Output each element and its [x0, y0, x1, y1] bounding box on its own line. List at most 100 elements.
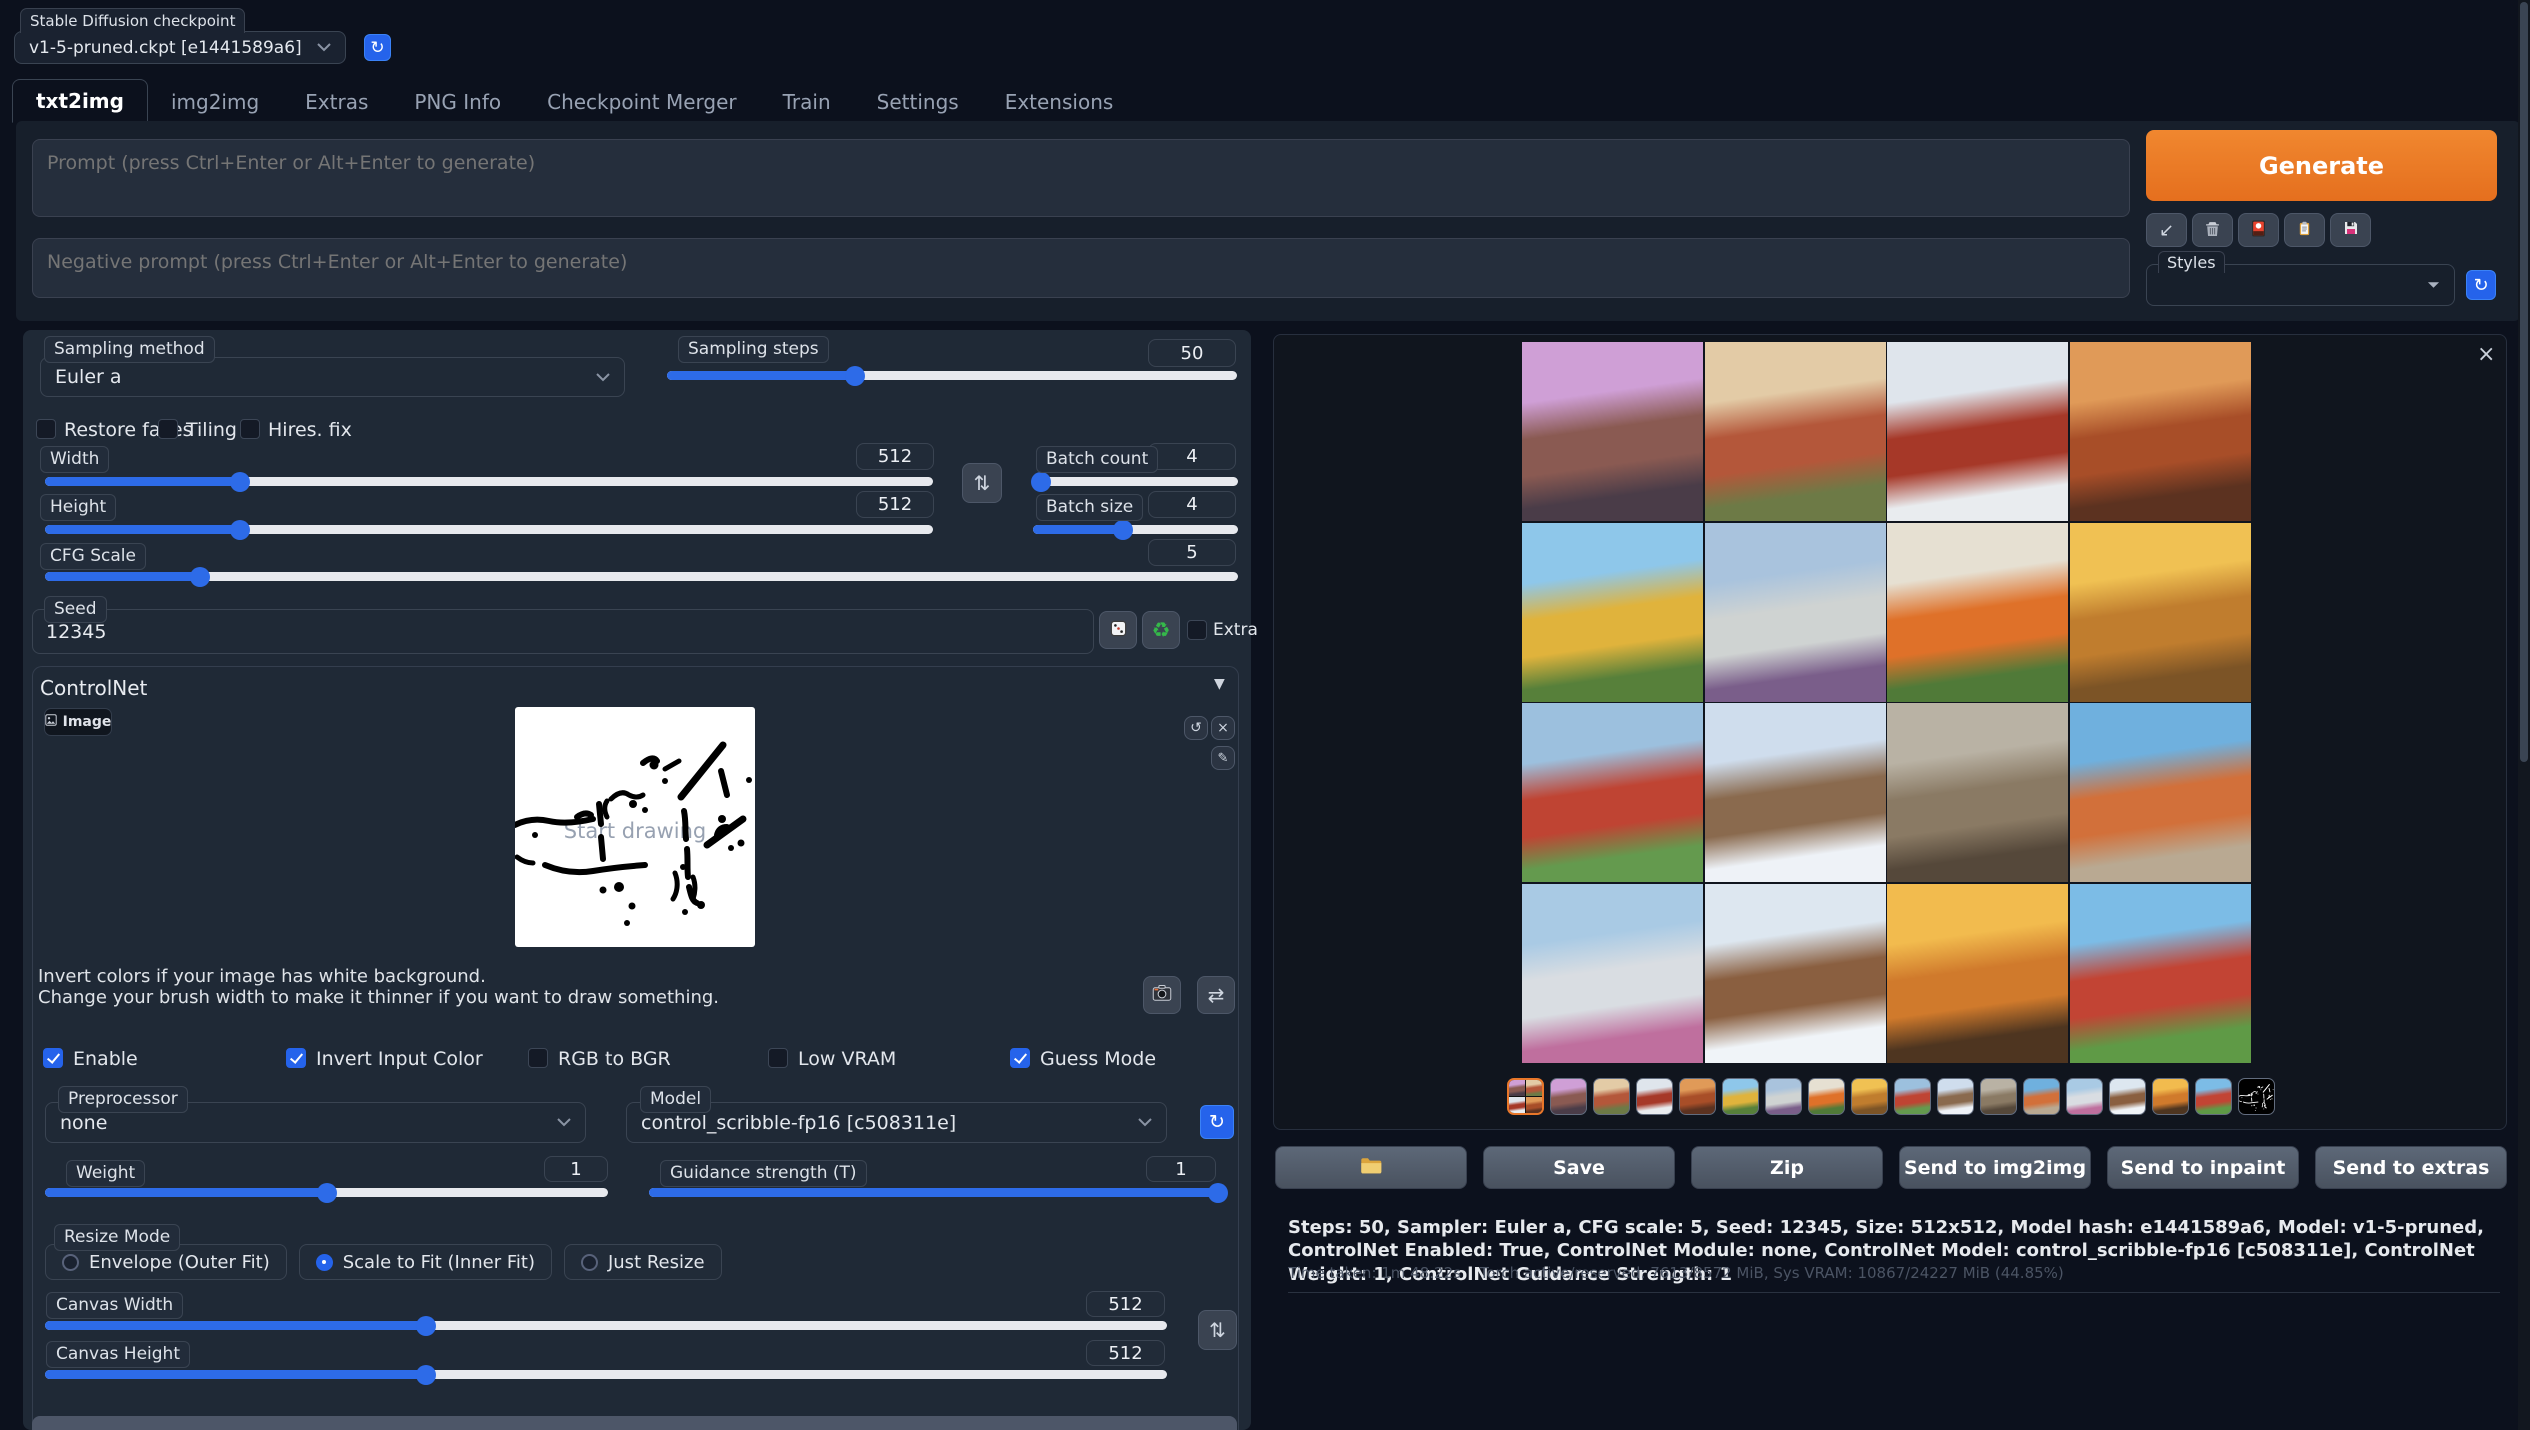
script-accordion-bar[interactable]	[32, 1416, 1237, 1430]
tab-png-info[interactable]: PNG Info	[391, 81, 524, 123]
controlnet-drawing-canvas[interactable]: Start drawing	[515, 707, 755, 947]
canvas-width-slider[interactable]	[45, 1321, 1167, 1330]
styles-refresh-button[interactable]: ↻	[2466, 270, 2496, 300]
canvas-height-value[interactable]: 512	[1086, 1340, 1165, 1366]
send-to-extras-button[interactable]: Send to extras	[2315, 1146, 2507, 1189]
swap-canvas-dims-button[interactable]: ⇅	[1198, 1310, 1237, 1350]
reuse-seed-button[interactable]: ♻	[1142, 611, 1180, 649]
brush-button[interactable]: ✎	[1211, 746, 1235, 770]
negative-prompt-input[interactable]	[32, 238, 2130, 298]
gallery-thumb-6[interactable]	[1722, 1078, 1759, 1115]
guidance-strength-value[interactable]: 1	[1146, 1156, 1216, 1182]
skip-button[interactable]: ↙	[2146, 213, 2187, 247]
generated-image-13[interactable]	[1522, 884, 1703, 1063]
generated-image-9[interactable]	[1522, 703, 1703, 882]
style-card-button[interactable]	[2238, 213, 2279, 247]
generated-image-4[interactable]	[2070, 342, 2251, 521]
generated-image-2[interactable]	[1705, 342, 1886, 521]
mirror-webcam-button[interactable]: ⇄	[1197, 976, 1235, 1014]
clear-prompt-button[interactable]	[2192, 213, 2233, 247]
guess-mode-checkbox[interactable]	[1010, 1048, 1030, 1068]
gallery-thumb-scribble[interactable]	[2238, 1078, 2275, 1115]
gallery-thumb-11[interactable]	[1937, 1078, 1974, 1115]
gallery-thumb-16[interactable]	[2152, 1078, 2189, 1115]
send-to-img2img-button[interactable]: Send to img2img	[1899, 1146, 2091, 1189]
batch-count-slider[interactable]	[1033, 477, 1238, 486]
cfg-scale-value[interactable]: 5	[1148, 539, 1236, 566]
slider-handle[interactable]	[1208, 1183, 1228, 1203]
prompt-input[interactable]	[32, 139, 2130, 217]
gallery-thumb-9[interactable]	[1851, 1078, 1888, 1115]
save-button[interactable]: Save	[1483, 1146, 1675, 1189]
collapse-arrow-icon[interactable]: ▼	[1214, 676, 1225, 692]
generated-image-5[interactable]	[1522, 523, 1703, 702]
slider-handle[interactable]	[317, 1183, 337, 1203]
gallery-thumb-4[interactable]	[1636, 1078, 1673, 1115]
invert-input-color-checkbox[interactable]	[286, 1048, 306, 1068]
tab-txt2img[interactable]: txt2img	[12, 79, 148, 123]
generated-image-1[interactable]	[1522, 342, 1703, 521]
send-to-inpaint-button[interactable]: Send to inpaint	[2107, 1146, 2299, 1189]
controlnet-image-tab[interactable]: Image	[44, 708, 112, 736]
generated-image-11[interactable]	[1887, 703, 2068, 882]
resize-mode-option-3[interactable]: Just Resize	[564, 1244, 722, 1280]
undo-button[interactable]: ↺	[1184, 716, 1208, 740]
gallery-thumb-8[interactable]	[1808, 1078, 1845, 1115]
sampling-steps-slider[interactable]	[667, 371, 1237, 380]
slider-handle[interactable]	[416, 1365, 436, 1385]
generated-image-10[interactable]	[1705, 703, 1886, 882]
canvas-height-slider[interactable]	[45, 1370, 1167, 1379]
swap-width-height-button[interactable]: ⇅	[962, 463, 1002, 503]
gallery-thumb-7[interactable]	[1765, 1078, 1802, 1115]
enable-checkbox[interactable]	[43, 1048, 63, 1068]
gallery-thumb-3[interactable]	[1593, 1078, 1630, 1115]
scrollbar-thumb[interactable]	[2520, 2, 2528, 762]
weight-slider[interactable]	[45, 1188, 608, 1197]
open-folder-button[interactable]	[1275, 1146, 1467, 1189]
slider-handle[interactable]	[416, 1316, 436, 1336]
checkpoint-refresh-button[interactable]: ↻	[364, 34, 391, 61]
clear-canvas-button[interactable]: ×	[1211, 716, 1235, 740]
generated-image-14[interactable]	[1705, 884, 1886, 1063]
slider-handle[interactable]	[1113, 520, 1133, 540]
gallery-thumb-15[interactable]	[2109, 1078, 2146, 1115]
checkpoint-dropdown[interactable]: v1-5-pruned.ckpt [e1441589a6]	[14, 31, 346, 64]
rgb-to-bgr-checkbox[interactable]	[528, 1048, 548, 1068]
save-style-button[interactable]	[2330, 213, 2371, 247]
cfg-scale-slider[interactable]	[45, 572, 1238, 581]
random-seed-button[interactable]	[1099, 611, 1137, 649]
tab-settings[interactable]: Settings	[854, 81, 982, 123]
resize-mode-option-2[interactable]: Scale to Fit (Inner Fit)	[299, 1244, 552, 1280]
tab-img2img[interactable]: img2img	[148, 81, 282, 123]
generated-image-3[interactable]	[1887, 342, 2068, 521]
generated-image-6[interactable]	[1705, 523, 1886, 702]
gallery-thumb-17[interactable]	[2195, 1078, 2232, 1115]
gallery-thumb-10[interactable]	[1894, 1078, 1931, 1115]
zip-button[interactable]: Zip	[1691, 1146, 1883, 1189]
webcam-button[interactable]	[1143, 976, 1181, 1014]
generated-image-15[interactable]	[1887, 884, 2068, 1063]
batch-size-slider[interactable]	[1033, 525, 1238, 534]
extra-seed-checkbox[interactable]	[1187, 620, 1207, 640]
restore-faces-checkbox[interactable]	[36, 419, 56, 439]
close-gallery-icon[interactable]: ×	[2477, 344, 2495, 366]
slider-handle[interactable]	[230, 472, 250, 492]
tab-extras[interactable]: Extras	[282, 81, 391, 123]
model-refresh-button[interactable]: ↻	[1200, 1105, 1234, 1139]
width-slider[interactable]	[45, 477, 933, 486]
width-value[interactable]: 512	[856, 443, 934, 470]
gallery-thumb-5[interactable]	[1679, 1078, 1716, 1115]
tiling-checkbox[interactable]	[158, 419, 178, 439]
gallery-thumb-13[interactable]	[2023, 1078, 2060, 1115]
slider-handle[interactable]	[845, 366, 865, 386]
height-value[interactable]: 512	[856, 491, 934, 518]
slider-handle[interactable]	[1031, 472, 1051, 492]
weight-value[interactable]: 1	[544, 1156, 608, 1182]
guidance-strength-slider[interactable]	[649, 1188, 1218, 1197]
sampling-steps-value[interactable]: 50	[1148, 339, 1236, 367]
batch-count-value[interactable]: 4	[1148, 443, 1236, 470]
generated-image-16[interactable]	[2070, 884, 2251, 1063]
generate-button[interactable]: Generate	[2146, 130, 2497, 201]
seed-input[interactable]	[32, 609, 1094, 654]
low-vram-checkbox[interactable]	[768, 1048, 788, 1068]
